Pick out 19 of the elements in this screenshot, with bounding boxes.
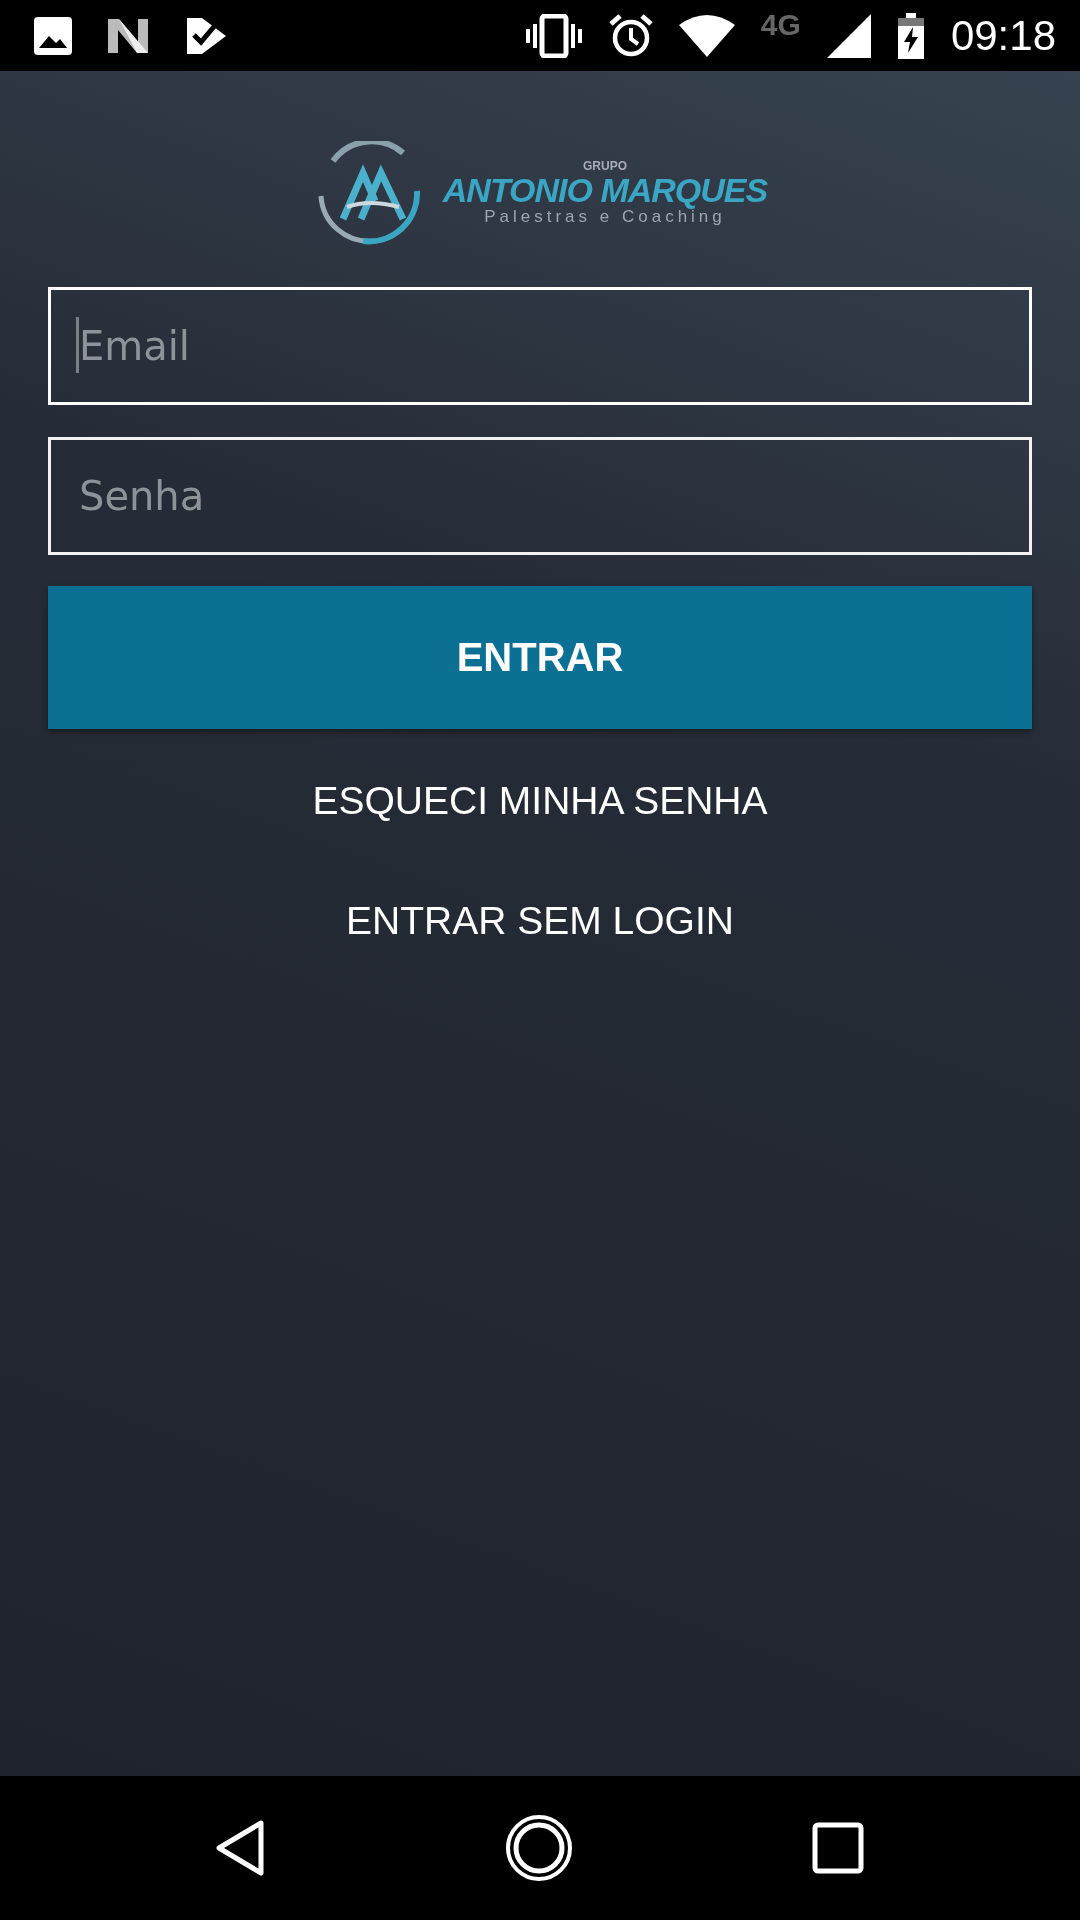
cell-signal-icon [826, 13, 871, 58]
login-button[interactable]: ENTRAR [48, 586, 1032, 729]
back-icon[interactable] [214, 1819, 266, 1877]
logo-group-text: GRUPO [583, 159, 627, 173]
text-input-field[interactable]: Senha [48, 437, 1032, 555]
network-type-label: 4G [760, 7, 801, 42]
n-logo-icon [106, 16, 150, 55]
text-cursor [76, 317, 79, 373]
vibrate-icon [524, 13, 583, 58]
recents-icon[interactable] [812, 1822, 864, 1874]
wifi-icon [678, 14, 735, 57]
alarm-icon [608, 13, 653, 58]
logo-brand-name: ANTONIO MARQUES [442, 173, 768, 207]
clock-time: 09:18 [950, 11, 1056, 60]
home-icon[interactable] [505, 1814, 573, 1882]
image-icon [34, 16, 72, 55]
text-link[interactable]: ENTRAR SEM LOGIN [346, 897, 734, 945]
text-link[interactable]: ESQUECI MINHA SENHA [312, 777, 768, 825]
battery-charging-icon [896, 12, 925, 59]
